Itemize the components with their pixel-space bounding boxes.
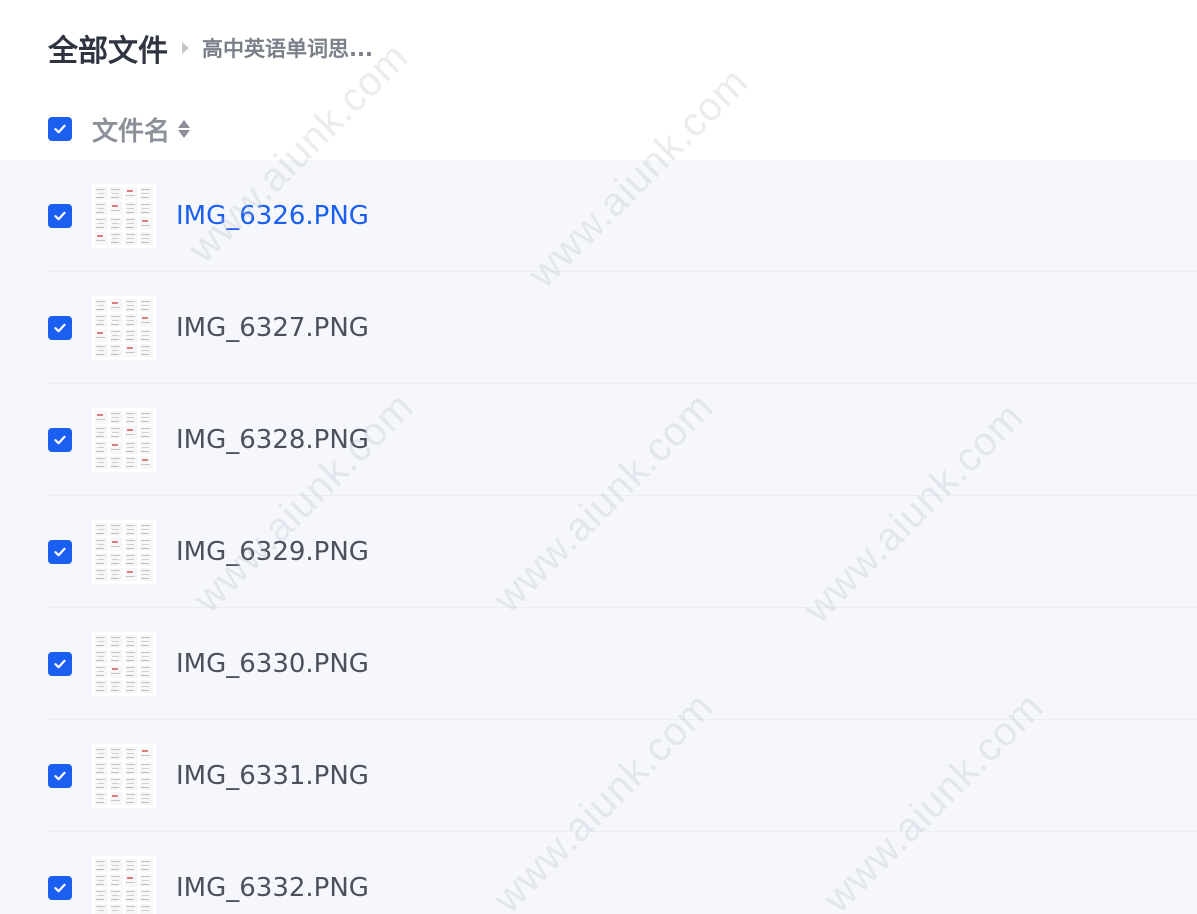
filename-column-label: 文件名: [92, 116, 171, 147]
checkmark-icon: [54, 883, 66, 893]
breadcrumb-root-link[interactable]: 全部文件: [48, 26, 168, 70]
file-checkbox[interactable]: [48, 540, 72, 564]
file-name-link[interactable]: IMG_6329.PNG: [176, 534, 369, 570]
file-name-link[interactable]: IMG_6330.PNG: [176, 646, 369, 682]
image-thumbnail[interactable]: [92, 520, 156, 584]
breadcrumb-current-folder: 高中英语单词思...: [202, 37, 373, 61]
breadcrumb-separator-icon: [182, 42, 189, 54]
file-checkbox[interactable]: [48, 204, 72, 228]
file-checkbox[interactable]: [48, 428, 72, 452]
image-thumbnail[interactable]: [92, 184, 156, 248]
file-row[interactable]: IMG_6332.PNG: [0, 832, 1197, 914]
checkmark-icon: [54, 771, 66, 781]
checkmark-icon: [54, 547, 66, 557]
file-row[interactable]: IMG_6330.PNG: [0, 608, 1197, 720]
breadcrumb: 全部文件 高中英语单词思...: [48, 26, 373, 70]
file-name-link[interactable]: IMG_6327.PNG: [176, 310, 369, 346]
checkmark-icon: [54, 124, 66, 134]
file-checkbox[interactable]: [48, 316, 72, 340]
file-row[interactable]: IMG_6328.PNG: [0, 384, 1197, 496]
file-row[interactable]: IMG_6329.PNG: [0, 496, 1197, 608]
file-checkbox[interactable]: [48, 876, 72, 900]
list-header: 文件名: [0, 100, 1197, 158]
sort-icon[interactable]: [178, 120, 191, 138]
file-checkbox[interactable]: [48, 652, 72, 676]
checkmark-icon: [54, 211, 66, 221]
checkmark-icon: [54, 659, 66, 669]
checkmark-icon: [54, 323, 66, 333]
image-thumbnail[interactable]: [92, 744, 156, 808]
checkmark-icon: [54, 435, 66, 445]
file-name-link[interactable]: IMG_6328.PNG: [176, 422, 369, 458]
file-name-link[interactable]: IMG_6332.PNG: [176, 870, 369, 906]
file-name-link[interactable]: IMG_6331.PNG: [176, 758, 369, 794]
file-checkbox[interactable]: [48, 764, 72, 788]
select-all-checkbox[interactable]: [48, 117, 72, 141]
image-thumbnail[interactable]: [92, 856, 156, 914]
file-list: IMG_6326.PNG IMG_6327.PNG IMG_6328.PNG IMG_…: [0, 160, 1197, 914]
image-thumbnail[interactable]: [92, 408, 156, 472]
file-row[interactable]: IMG_6326.PNG: [0, 160, 1197, 272]
image-thumbnail[interactable]: [92, 632, 156, 696]
filename-column-header[interactable]: 文件名: [92, 111, 191, 148]
file-name-link[interactable]: IMG_6326.PNG: [176, 198, 369, 234]
file-row[interactable]: IMG_6327.PNG: [0, 272, 1197, 384]
file-browser-page: 全部文件 高中英语单词思... 文件名 IMG_6326.PNG IMG_6327…: [0, 0, 1197, 914]
file-row[interactable]: IMG_6331.PNG: [0, 720, 1197, 832]
image-thumbnail[interactable]: [92, 296, 156, 360]
